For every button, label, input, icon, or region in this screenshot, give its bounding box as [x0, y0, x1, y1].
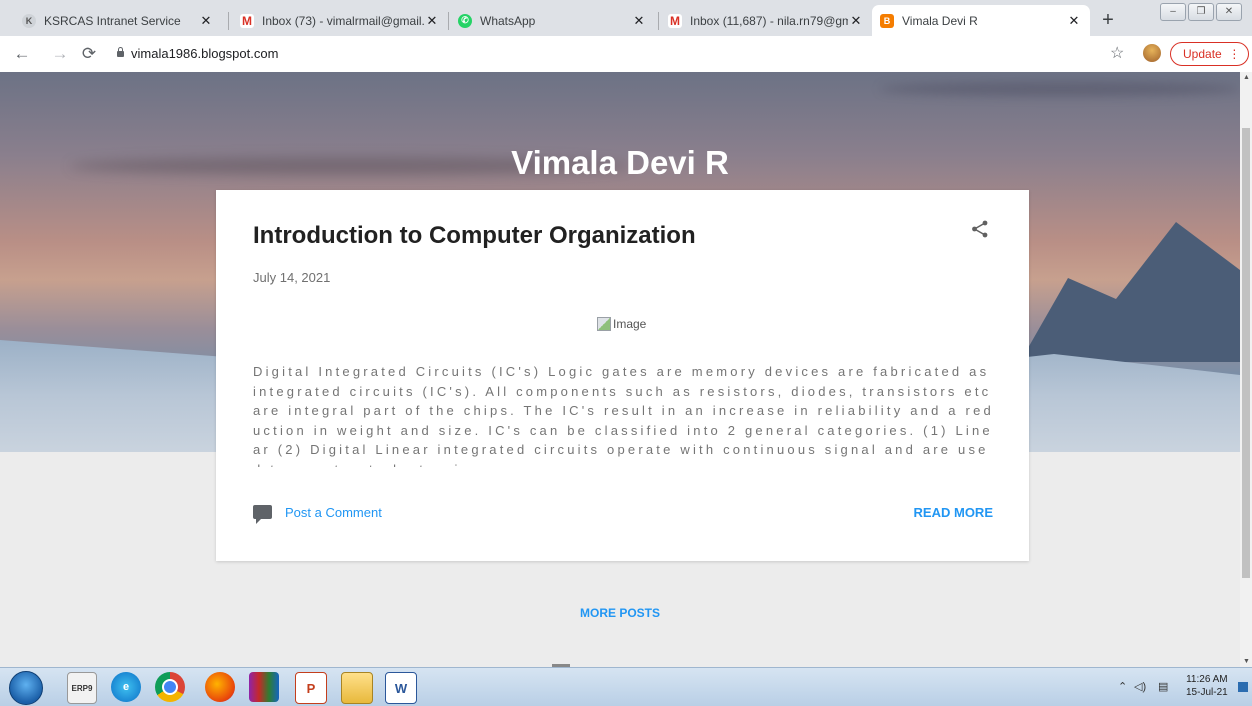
word-icon[interactable]: W	[385, 672, 417, 704]
close-window-button[interactable]: ✕	[1216, 3, 1242, 21]
decor	[880, 82, 1240, 96]
back-arrow-icon[interactable]: ←	[12, 44, 32, 64]
close-tab-icon[interactable]: ✕	[848, 13, 864, 29]
blogger-favicon: B	[880, 13, 894, 28]
image-alt-text: Image	[613, 317, 647, 331]
more-posts-link: MORE POSTS	[0, 606, 1240, 620]
tab-ksrcas[interactable]: K KSRCAS Intranet Service ✕	[14, 5, 222, 36]
gmail-favicon: M	[240, 13, 254, 28]
windows-taskbar: ERP9 e P W ⌃ ◁) ▤ 11:26 AM 15-Jul-21	[0, 667, 1252, 706]
restore-button[interactable]: ❐	[1188, 3, 1214, 21]
show-desktop-icon[interactable]	[1238, 682, 1248, 692]
tab-title: KSRCAS Intranet Service	[44, 13, 181, 28]
window-controls: – ❐ ✕	[1160, 3, 1244, 21]
file-explorer-icon[interactable]	[341, 672, 373, 704]
start-button[interactable]	[9, 671, 43, 705]
lock-icon[interactable]	[117, 47, 124, 57]
chrome-icon[interactable]	[155, 672, 185, 702]
edge-icon[interactable]: e	[111, 672, 141, 702]
tab-separator	[228, 12, 229, 30]
tally-erp9-icon[interactable]: ERP9	[67, 672, 97, 704]
address-toolbar: ← → ⟳ vimala1986.blogspot.com ☆ Update ⋮	[0, 36, 1252, 73]
decor	[1020, 222, 1240, 362]
winrar-icon[interactable]	[249, 672, 279, 702]
scroll-up-icon[interactable]: ▲	[1243, 74, 1250, 81]
minimize-button[interactable]: –	[1160, 3, 1186, 21]
share-icon[interactable]	[971, 220, 989, 238]
reload-icon[interactable]: ⟳	[79, 44, 99, 64]
profile-avatar[interactable]	[1143, 44, 1161, 62]
scroll-down-icon[interactable]: ▼	[1243, 658, 1250, 665]
address-bar[interactable]: vimala1986.blogspot.com	[131, 46, 278, 61]
tab-title: Inbox (73) - vimalrmail@gmail.com -	[262, 13, 424, 28]
broken-image-icon	[597, 317, 611, 331]
volume-icon[interactable]: ◁)	[1134, 680, 1146, 693]
post-date: July 14, 2021	[253, 270, 331, 285]
close-tab-icon[interactable]: ✕	[1066, 13, 1082, 29]
system-tray: ⌃ ◁) ▤ 11:26 AM 15-Jul-21	[1110, 673, 1252, 701]
post-image[interactable]: Image	[597, 317, 646, 331]
tab-gmail-vimal[interactable]: M Inbox (73) - vimalrmail@gmail.com - ✕	[232, 5, 448, 36]
post-card: Introduction to Computer Organization Ju…	[216, 190, 1029, 561]
blog-title[interactable]: Vimala Devi R	[0, 144, 1240, 182]
forward-arrow-icon[interactable]: →	[50, 44, 70, 64]
tab-gmail-nila[interactable]: M Inbox (11,687) - nila.rn79@gmail.co ✕	[660, 5, 872, 36]
page-viewport: Vimala Devi R Introduction to Computer O…	[0, 72, 1240, 667]
clock-time: 11:26 AM	[1186, 674, 1228, 685]
powerpoint-icon[interactable]: P	[295, 672, 327, 704]
network-icon[interactable]: ▤	[1158, 680, 1168, 693]
firefox-icon[interactable]	[205, 672, 235, 702]
clock-date: 15-Jul-21	[1186, 687, 1228, 698]
tray-expand-icon[interactable]: ⌃	[1118, 680, 1127, 693]
tab-whatsapp[interactable]: ✆ WhatsApp ✕	[450, 5, 655, 36]
read-more-link[interactable]: READ MORE	[914, 505, 993, 520]
clock[interactable]: 11:26 AM 15-Jul-21	[1186, 673, 1228, 699]
snippet-ellipsis: …	[477, 462, 493, 468]
whatsapp-favicon: ✆	[458, 13, 472, 28]
vertical-scrollbar[interactable]: ▲ ▼	[1240, 72, 1252, 667]
post-snippet: Digital Integrated Circuits (IC's) Logic…	[253, 362, 995, 467]
ksrcas-favicon: K	[22, 13, 36, 28]
post-snippet-text: Digital Integrated Circuits (IC's) Logic…	[253, 364, 994, 467]
update-label: Update	[1183, 47, 1222, 61]
post-comment-link[interactable]: Post a Comment	[285, 505, 382, 520]
scrollbar-thumb[interactable]	[1242, 128, 1250, 578]
tab-separator	[658, 12, 659, 30]
tab-blog[interactable]: B Vimala Devi R ✕	[872, 5, 1090, 36]
comment-icon[interactable]	[253, 505, 272, 524]
post-title[interactable]: Introduction to Computer Organization	[253, 222, 696, 250]
tab-title: Inbox (11,687) - nila.rn79@gmail.co	[690, 13, 848, 28]
browser-tabstrip: K KSRCAS Intranet Service ✕ M Inbox (73)…	[0, 0, 1252, 36]
close-tab-icon[interactable]: ✕	[424, 13, 440, 29]
tab-title: WhatsApp	[480, 13, 536, 28]
gmail-favicon: M	[668, 13, 682, 28]
tab-title: Vimala Devi R	[902, 13, 978, 28]
new-tab-button[interactable]: +	[1097, 9, 1119, 31]
tab-separator	[448, 12, 449, 30]
close-tab-icon[interactable]: ✕	[631, 13, 647, 29]
more-posts-label[interactable]: MORE POSTS	[580, 606, 660, 620]
bookmark-star-icon[interactable]: ☆	[1110, 43, 1124, 63]
update-button[interactable]: Update ⋮	[1170, 42, 1250, 66]
close-tab-icon[interactable]: ✕	[198, 13, 214, 29]
